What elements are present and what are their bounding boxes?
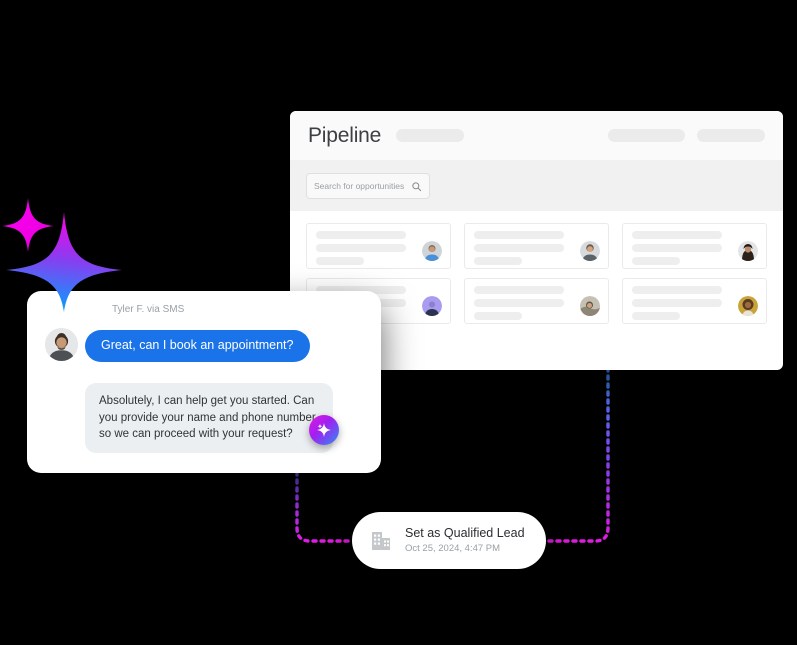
skeleton-line — [316, 257, 364, 265]
skeleton-line — [474, 312, 522, 320]
skeleton-line — [474, 244, 564, 252]
skeleton-line — [632, 312, 680, 320]
avatar — [738, 241, 758, 261]
skeleton-line — [474, 257, 522, 265]
header-placeholder-pill-1 — [396, 129, 465, 142]
opportunity-card[interactable] — [464, 223, 609, 269]
connector-right — [544, 358, 610, 543]
skeleton-line — [632, 231, 722, 239]
sparkle-icon — [2, 198, 122, 312]
opportunity-card[interactable] — [622, 278, 767, 324]
skeleton-line — [632, 244, 722, 252]
avatar — [580, 296, 600, 316]
ai-assistant-badge[interactable] — [309, 415, 339, 445]
avatar — [422, 296, 442, 316]
pipeline-toolbar: Search for opportunities — [290, 161, 783, 211]
avatar — [738, 296, 758, 316]
skeleton-line — [316, 244, 406, 252]
header-placeholder-pill-2[interactable] — [608, 129, 685, 142]
page-title: Pipeline — [308, 123, 382, 147]
action-card-title: Set as Qualified Lead — [405, 525, 525, 540]
action-card-timestamp: Oct 25, 2024, 4:47 PM — [405, 542, 501, 554]
skeleton-line — [632, 257, 680, 265]
chat-message-outgoing: Absolutely, I can help get you started. … — [85, 383, 333, 454]
avatar — [422, 241, 442, 261]
skeleton-line — [474, 299, 564, 307]
sparkle-decoration — [2, 186, 132, 316]
building-icon — [372, 531, 390, 550]
skeleton-line — [632, 286, 722, 294]
chat-message-incoming: Great, can I book an appointment? — [85, 330, 310, 362]
header-placeholder-pill-3[interactable] — [697, 129, 765, 142]
search-icon — [412, 181, 422, 191]
action-card[interactable]: Set as Qualified Lead Oct 25, 2024, 4:47… — [352, 512, 546, 569]
opportunity-card[interactable] — [306, 223, 451, 269]
screenshot-stage: Pipeline Search for opportunities Tyler … — [0, 0, 797, 645]
pipeline-header: Pipeline — [290, 111, 783, 161]
avatar — [580, 241, 600, 261]
sparkle-icon — [317, 423, 331, 437]
chat-card: Tyler F. via SMS Great, can I book an ap… — [27, 291, 381, 473]
skeleton-line — [632, 299, 722, 307]
avatar — [45, 328, 78, 361]
search-box[interactable]: Search for opportunities — [306, 173, 430, 199]
action-card-texts: Set as Qualified Lead Oct 25, 2024, 4:47… — [405, 525, 525, 554]
opportunity-card[interactable] — [622, 223, 767, 269]
skeleton-line — [474, 231, 564, 239]
opportunity-card[interactable] — [464, 278, 609, 324]
skeleton-line — [316, 231, 406, 239]
skeleton-line — [474, 286, 564, 294]
search-input[interactable]: Search for opportunities — [314, 181, 407, 191]
